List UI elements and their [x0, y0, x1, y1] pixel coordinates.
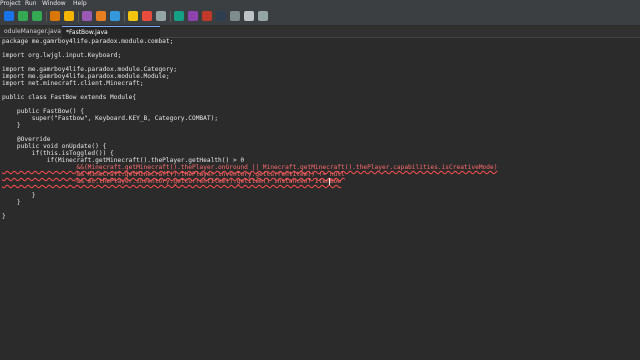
- text-cursor: [329, 178, 330, 185]
- toolbar: [0, 8, 640, 26]
- code-line: }: [2, 213, 6, 220]
- toolbar-separator: [170, 11, 171, 22]
- menu-project[interactable]: Project: [0, 0, 21, 8]
- search-icon[interactable]: [32, 11, 42, 21]
- settings-icon[interactable]: [50, 11, 60, 21]
- code-line: }: [2, 199, 21, 206]
- code-line: super("Fastbow", Keyboard.KEY_B, Categor…: [2, 115, 219, 122]
- code-line: }: [2, 192, 36, 199]
- code-line: if(Minecraft.getMinecraft().thePlayer.ge…: [2, 157, 245, 164]
- maximize-icon[interactable]: [128, 11, 138, 21]
- menu-bar: Project Run Window Help: [0, 0, 640, 8]
- maximize-icon[interactable]: [258, 11, 268, 21]
- code-line: package me.gamrboy4life.paradox.module.c…: [2, 38, 174, 45]
- code-editor[interactable]: package me.gamrboy4life.paradox.module.c…: [0, 38, 640, 360]
- code-line: }: [2, 122, 21, 129]
- code-line-error: &&(Minecraft.getMinecraft().thePlayer.on…: [2, 164, 498, 171]
- redo-icon[interactable]: [82, 11, 92, 21]
- toolbar-separator: [46, 11, 47, 22]
- redo-icon[interactable]: [216, 11, 226, 21]
- search-icon[interactable]: [156, 11, 166, 21]
- code-line: import me.gamrboy4life.paradox.module.Mo…: [2, 73, 170, 80]
- forward-icon[interactable]: [110, 11, 120, 21]
- refresh-icon[interactable]: [174, 11, 184, 21]
- undo-icon[interactable]: [64, 11, 74, 21]
- toolbar-separator: [78, 11, 79, 22]
- save-icon[interactable]: [18, 11, 28, 21]
- code-line-error: && mc.thePlayer.inventory.getCurrentItem…: [2, 178, 342, 185]
- back-icon[interactable]: [96, 11, 106, 21]
- code-line: if(this.isToggled()) {: [2, 150, 114, 157]
- undo-icon[interactable]: [202, 11, 212, 21]
- back-icon[interactable]: [230, 11, 240, 21]
- stop-icon[interactable]: [142, 11, 152, 21]
- settings-icon[interactable]: [188, 11, 198, 21]
- editor-tabs: oduleManager.java *FastBow.java: [0, 26, 640, 38]
- forward-icon[interactable]: [244, 11, 254, 21]
- run-icon[interactable]: [4, 11, 14, 21]
- code-line: public class FastBow extends Module{: [2, 94, 137, 101]
- code-line: public void onUpdate() {: [2, 143, 107, 150]
- tab-fastbow[interactable]: *FastBow.java: [62, 26, 160, 38]
- code-line: import me.gamrboy4life.paradox.module.Ca…: [2, 66, 178, 73]
- menu-run[interactable]: Run: [25, 0, 37, 8]
- code-line: @Override: [2, 136, 51, 143]
- code-line-error: && Minecraft.getMinecraft().thePlayer.in…: [2, 171, 345, 178]
- code-line: import org.lwjgl.input.Keyboard;: [2, 52, 122, 59]
- menu-window[interactable]: Window: [42, 0, 66, 8]
- code-line: public FastBow() {: [2, 108, 84, 115]
- code-line: import net.minecraft.client.Minecraft;: [2, 80, 144, 87]
- menu-help[interactable]: Help: [73, 0, 87, 8]
- toolbar-separator: [124, 11, 125, 22]
